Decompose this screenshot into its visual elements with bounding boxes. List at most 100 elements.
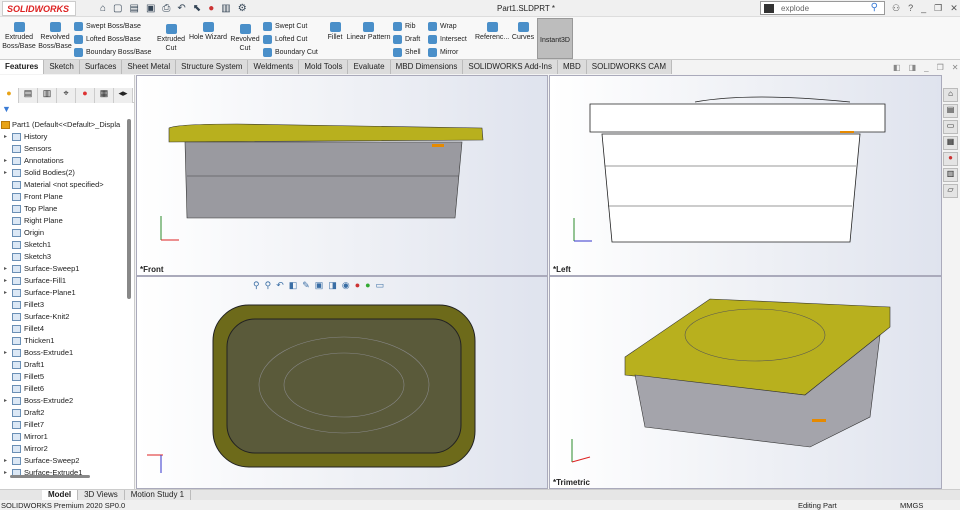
zoom-to-fit-icon[interactable]: ⚲ bbox=[253, 280, 260, 291]
tile-left-icon[interactable]: ◧ bbox=[893, 63, 901, 72]
tab-mbd[interactable]: MBD bbox=[557, 60, 587, 74]
expand-icon[interactable]: ▸ bbox=[4, 395, 7, 407]
tree-item[interactable]: ▸ Boss-Extrude2 bbox=[0, 395, 128, 407]
expand-icon[interactable]: ▸ bbox=[4, 167, 7, 179]
tree-item[interactable]: Origin bbox=[0, 227, 128, 239]
property-manager-tab-icon[interactable]: ▤ bbox=[19, 88, 38, 103]
tree-item[interactable]: Fillet7 bbox=[0, 419, 128, 431]
tab-evaluate[interactable]: Evaluate bbox=[348, 60, 391, 74]
tab-addins[interactable]: SOLIDWORKS Add-Ins bbox=[463, 60, 558, 74]
restore-button[interactable]: ❐ bbox=[934, 3, 942, 14]
lofted-cut-button[interactable]: Lofted Cut bbox=[263, 33, 307, 45]
config-manager-tab-icon[interactable]: ▥ bbox=[38, 88, 57, 103]
view-palette-icon[interactable]: ▦ bbox=[943, 136, 958, 150]
solidworks-resources-icon[interactable]: ⌂ bbox=[943, 88, 958, 102]
expand-icon[interactable]: ▸ bbox=[4, 263, 7, 275]
intersect-button[interactable]: Intersect bbox=[428, 33, 467, 45]
file-explorer-icon[interactable]: ▭ bbox=[943, 120, 958, 134]
display-style-icon[interactable]: ◨ bbox=[328, 280, 337, 291]
hide-show-icon[interactable]: ◉ bbox=[342, 280, 350, 291]
revolved-boss-button[interactable]: Revolved Boss/Base bbox=[38, 20, 72, 51]
tree-item[interactable]: Mirror1 bbox=[0, 431, 128, 443]
tree-item[interactable]: Fillet5 bbox=[0, 371, 128, 383]
tab-motion-study[interactable]: Motion Study 1 bbox=[125, 490, 192, 500]
mirror-button[interactable]: Mirror bbox=[428, 46, 458, 58]
view-orientation-icon[interactable]: ▣ bbox=[315, 280, 324, 291]
expand-icon[interactable]: ▸ bbox=[4, 455, 7, 467]
lofted-boss-button[interactable]: Lofted Boss/Base bbox=[74, 33, 141, 45]
tree-item[interactable]: Surface-Knit2 bbox=[0, 311, 128, 323]
reference-geometry-button[interactable]: Referenc... bbox=[475, 20, 509, 42]
options-icon[interactable]: ⚙ bbox=[238, 3, 247, 14]
filter-icon[interactable]: ▼ bbox=[2, 104, 11, 114]
viewport-trimetric[interactable]: *Trimetric bbox=[549, 276, 942, 489]
cam-tab-icon[interactable]: ▦ bbox=[95, 88, 114, 103]
tab-weldments[interactable]: Weldments bbox=[248, 60, 300, 74]
tree-item[interactable]: ▸ Solid Bodies(2) bbox=[0, 167, 128, 179]
tab-surfaces[interactable]: Surfaces bbox=[79, 60, 123, 74]
design-library-icon[interactable]: ▤ bbox=[943, 104, 958, 118]
expand-icon[interactable]: ▸ bbox=[4, 287, 7, 299]
scroll-tabs-icon[interactable]: ◂▸ bbox=[114, 88, 133, 103]
previous-view-icon[interactable]: ↶ bbox=[276, 280, 284, 291]
tree-item[interactable]: ▸ Annotations bbox=[0, 155, 128, 167]
select-icon[interactable]: ⬉ bbox=[193, 3, 201, 14]
tree-item[interactable]: Fillet6 bbox=[0, 383, 128, 395]
tab-model[interactable]: Model bbox=[42, 490, 79, 500]
expand-icon[interactable]: ▸ bbox=[4, 347, 7, 359]
solidworks-logo[interactable]: SOLIDWORKS bbox=[2, 1, 76, 16]
tree-item[interactable]: Draft2 bbox=[0, 407, 128, 419]
user-icon[interactable]: ⚇ bbox=[892, 3, 900, 14]
tree-item[interactable]: Material <not specified> bbox=[0, 179, 128, 191]
tree-vertical-scrollbar[interactable] bbox=[127, 119, 131, 299]
tree-item[interactable]: Sketch3 bbox=[0, 251, 128, 263]
search-icon[interactable]: ⚲ bbox=[871, 2, 878, 13]
linear-pattern-button[interactable]: Linear Pattern bbox=[346, 20, 391, 42]
tab-sketch[interactable]: Sketch bbox=[44, 60, 80, 74]
tab-sheet-metal[interactable]: Sheet Metal bbox=[122, 60, 177, 74]
extruded-boss-button[interactable]: Extruded Boss/Base bbox=[2, 20, 36, 51]
revolved-cut-button[interactable]: Revolved Cut bbox=[230, 22, 260, 53]
tab-mold-tools[interactable]: Mold Tools bbox=[299, 60, 349, 74]
viewport-top[interactable]: ⚲ ⚲ ↶ ◧ ✎ ▣ ◨ ◉ ● ● ▭ bbox=[136, 276, 548, 489]
tree-item[interactable]: Right Plane bbox=[0, 215, 128, 227]
forum-icon[interactable]: ▱ bbox=[943, 184, 958, 198]
tree-item[interactable]: ▸ Boss-Extrude1 bbox=[0, 347, 128, 359]
tree-item[interactable]: Draft1 bbox=[0, 359, 128, 371]
tree-root-part[interactable]: Part1 (Default<<Default>_Displa bbox=[0, 119, 128, 131]
tree-item[interactable]: Fillet3 bbox=[0, 299, 128, 311]
shell-button[interactable]: Shell bbox=[393, 46, 421, 58]
save-icon[interactable]: ▣ bbox=[146, 3, 155, 14]
tree-item[interactable]: ▸ Surface-Sweep2 bbox=[0, 455, 128, 467]
feature-tree-tab-icon[interactable]: ● bbox=[0, 88, 19, 103]
tree-item[interactable]: ▸ Surface-Fill1 bbox=[0, 275, 128, 287]
tree-item[interactable]: Front Plane bbox=[0, 191, 128, 203]
tree-item[interactable]: ▸ Surface-Sweep1 bbox=[0, 263, 128, 275]
tile-right-icon[interactable]: ◨ bbox=[909, 63, 917, 72]
search-input[interactable]: explode ⚲ bbox=[760, 1, 885, 15]
undo-icon[interactable]: ↶ bbox=[177, 3, 185, 14]
swept-boss-button[interactable]: Swept Boss/Base bbox=[74, 20, 141, 32]
print-icon[interactable]: ⎙ bbox=[162, 3, 170, 14]
units-selector[interactable]: MMGS bbox=[900, 501, 923, 510]
tab-features[interactable]: Features bbox=[0, 60, 45, 74]
dynamic-annotation-icon[interactable]: ✎ bbox=[302, 280, 310, 291]
tree-item[interactable]: ▸ History bbox=[0, 131, 128, 143]
minimize-button[interactable]: _ bbox=[921, 3, 926, 14]
close-doc-icon[interactable]: ✕ bbox=[952, 63, 959, 72]
home-icon[interactable]: ⌂ bbox=[100, 3, 106, 14]
appearances-icon[interactable]: ● bbox=[943, 152, 958, 166]
fillet-button[interactable]: Fillet bbox=[325, 20, 345, 42]
tree-item[interactable]: ▸ Surface-Plane1 bbox=[0, 287, 128, 299]
minimize-doc-icon[interactable]: _ bbox=[924, 63, 928, 72]
help-icon[interactable]: ? bbox=[908, 3, 913, 14]
expand-icon[interactable]: ▸ bbox=[4, 131, 7, 143]
new-icon[interactable]: ▢ bbox=[113, 3, 122, 14]
expand-icon[interactable]: ▸ bbox=[4, 275, 7, 287]
tab-3d-views[interactable]: 3D Views bbox=[78, 490, 125, 500]
rib-button[interactable]: Rib bbox=[393, 20, 416, 32]
file-properties-icon[interactable]: ▥ bbox=[221, 3, 230, 14]
expand-icon[interactable]: ▸ bbox=[4, 155, 7, 167]
expand-icon[interactable]: ▸ bbox=[4, 467, 7, 479]
tree-item[interactable]: Sketch1 bbox=[0, 239, 128, 251]
